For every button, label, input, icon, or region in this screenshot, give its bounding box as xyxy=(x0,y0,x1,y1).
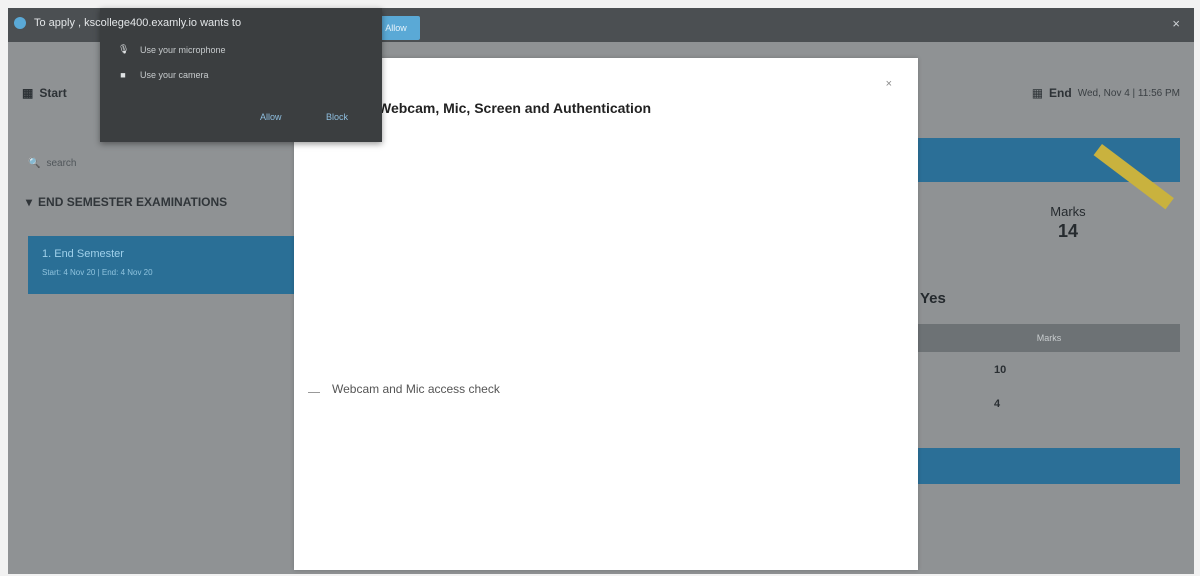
sidebar-heading-text: END SEMESTER EXAMINATIONS xyxy=(38,195,228,209)
check-item-webcam-mic: Webcam and Mic access check xyxy=(308,382,500,396)
sidebar-item-end-semester[interactable]: 1. End Semester Start: 4 Nov 20 | End: 4… xyxy=(28,236,294,294)
modal-title: Webcam, Mic, Screen and Authentication xyxy=(378,100,652,116)
site-icon xyxy=(14,17,26,29)
block-button[interactable]: Block xyxy=(326,112,348,122)
marks-table-header: Marks xyxy=(918,324,1180,352)
marks-label: Marks xyxy=(1050,204,1086,219)
footer-band xyxy=(914,448,1180,484)
permission-item-microphone: 🎙 Use your microphone xyxy=(118,44,226,55)
chevron-down-icon: ▾ xyxy=(26,195,33,209)
table-row-value: 4 xyxy=(994,398,1001,410)
search-input[interactable]: 🔍 search xyxy=(28,148,298,178)
permission-title-text: To apply , kscollege400.examly.io wants … xyxy=(34,17,242,29)
window-close-icon[interactable]: × xyxy=(1172,16,1180,31)
calendar-icon: ▦ xyxy=(1031,86,1044,100)
end-label-text: End xyxy=(1049,86,1072,100)
marks-summary: Marks 14 xyxy=(1038,204,1098,242)
permission-item-label: Use your microphone xyxy=(140,44,226,55)
modal-close-icon[interactable]: × xyxy=(886,78,892,90)
search-icon: 🔍 xyxy=(28,157,41,169)
sidebar-item-subtitle: Start: 4 Nov 20 | End: 4 Nov 20 xyxy=(42,268,153,277)
sidebar-item-title: 1. End Semester xyxy=(42,248,124,260)
check-status-icon xyxy=(308,385,320,393)
check-item-label: Webcam and Mic access check xyxy=(332,382,500,396)
camera-icon: ■ xyxy=(120,70,126,80)
authentication-modal: × Webcam, Mic, Screen and Authentication… xyxy=(294,58,918,570)
end-date: Wed, Nov 4 | 11:56 PM xyxy=(1077,87,1180,99)
permission-item-label: Use your camera xyxy=(140,70,209,80)
search-placeholder: search xyxy=(46,157,77,169)
end-time-label: ▦ End Wed, Nov 4 | 11:56 PM xyxy=(1032,86,1180,100)
status-yes: Yes xyxy=(920,290,946,307)
allow-button[interactable]: Allow xyxy=(260,112,282,122)
calendar-icon: ▦ xyxy=(22,86,34,100)
table-row-value: 10 xyxy=(994,364,1007,376)
start-time-label: ▦ Start xyxy=(22,86,67,100)
start-label-text: Start xyxy=(39,86,67,100)
permission-popup: To apply , kscollege400.examly.io wants … xyxy=(14,8,382,142)
permission-item-camera: ■ Use your camera xyxy=(118,70,209,80)
permission-title: To apply , kscollege400.examly.io wants … xyxy=(14,17,374,29)
marks-value: 14 xyxy=(1057,221,1079,241)
microphone-icon: 🎙 xyxy=(118,44,130,54)
sidebar-section-heading[interactable]: ▾ END SEMESTER EXAMINATIONS xyxy=(26,194,291,211)
